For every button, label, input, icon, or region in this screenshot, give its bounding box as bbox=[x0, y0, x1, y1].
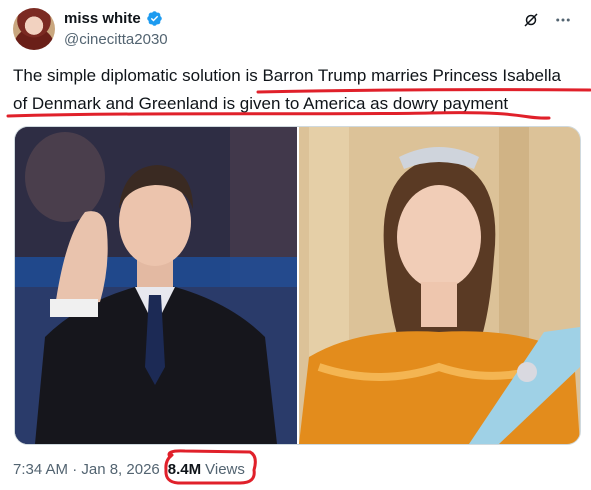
author-handle[interactable]: @cinecitta2030 bbox=[64, 31, 168, 48]
views-label: Views bbox=[205, 461, 245, 478]
photo-princess-isabella[interactable] bbox=[299, 127, 580, 444]
tweet-actions-top bbox=[521, 10, 573, 30]
tweet-meta: 7:34 AM · Jan 8, 2026 8.4M Views bbox=[13, 461, 245, 478]
verified-badge-icon bbox=[146, 10, 163, 27]
views-count[interactable]: 8.4M bbox=[168, 461, 201, 478]
grok-icon[interactable] bbox=[521, 10, 541, 30]
tweet-text-line: of Denmark and Greenland is given to Ame… bbox=[13, 94, 509, 113]
tweet-media[interactable] bbox=[14, 126, 581, 445]
tweet-text-line: The simple diplomatic solution is Barron… bbox=[13, 66, 561, 85]
tweet-text: The simple diplomatic solution is Barron… bbox=[13, 62, 588, 118]
display-name[interactable]: miss white bbox=[64, 10, 141, 27]
timestamp[interactable]: 7:34 AM · Jan 8, 2026 bbox=[13, 461, 160, 478]
photo-barron-trump[interactable] bbox=[15, 127, 297, 444]
author-name-row: miss white bbox=[64, 10, 163, 27]
more-options-icon[interactable] bbox=[553, 10, 573, 30]
avatar[interactable] bbox=[13, 8, 55, 50]
